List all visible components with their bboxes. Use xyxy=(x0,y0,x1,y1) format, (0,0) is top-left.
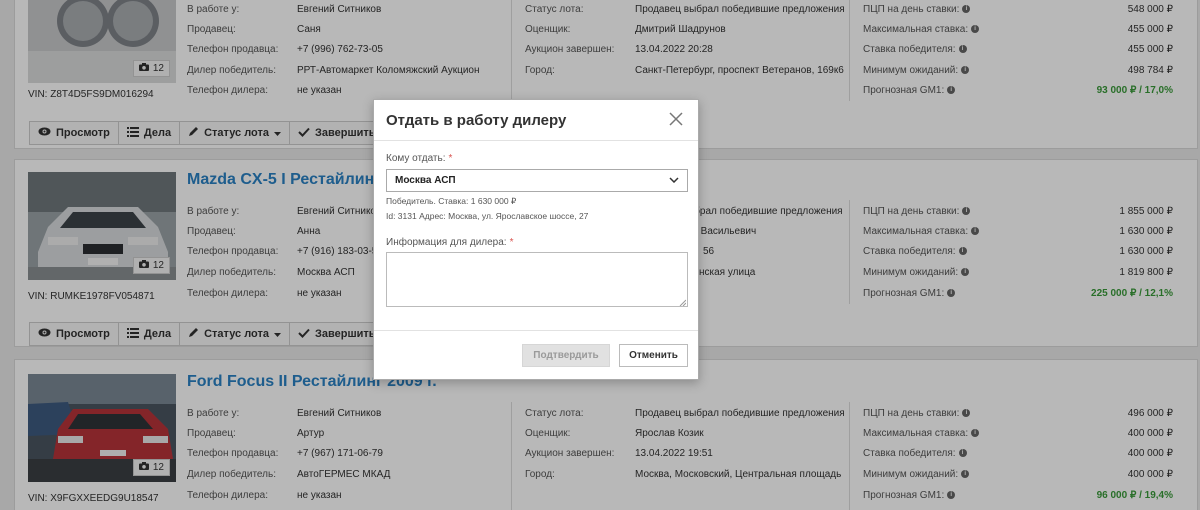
dealer-hint-bid: Победитель. Ставка: 1 630 000 ₽ xyxy=(386,196,517,206)
dealer-info-textarea[interactable] xyxy=(386,252,688,307)
dialog-header: Отдать в работу дилеру xyxy=(374,100,698,141)
assign-dealer-dialog: Отдать в работу дилеру Кому отдать: * Мос… xyxy=(373,99,699,380)
dealer-select[interactable]: Москва АСП xyxy=(386,169,688,192)
dealer-select-value: Москва АСП xyxy=(395,175,456,186)
dialog-title: Отдать в работу дилеру xyxy=(386,112,567,129)
required-mark: * xyxy=(448,153,453,164)
close-icon[interactable] xyxy=(668,111,684,127)
resize-grip-icon[interactable] xyxy=(679,298,687,309)
dialog-footer-divider xyxy=(374,330,698,331)
required-mark: * xyxy=(509,237,514,248)
dealer-select-label: Кому отдать: * xyxy=(386,153,453,164)
cancel-button[interactable]: Отменить xyxy=(619,344,688,367)
dealer-info-label: Информация для дилера: * xyxy=(386,237,514,248)
dealer-hint-address: Id: 3131 Адрес: Москва, ул. Ярославское … xyxy=(386,211,589,221)
page: 12 VIN: Z8T4D5FS9DM016294 В работе у: Ев… xyxy=(0,0,1200,510)
chevron-down-icon xyxy=(669,175,679,186)
confirm-button[interactable]: Подтвердить xyxy=(522,344,610,367)
